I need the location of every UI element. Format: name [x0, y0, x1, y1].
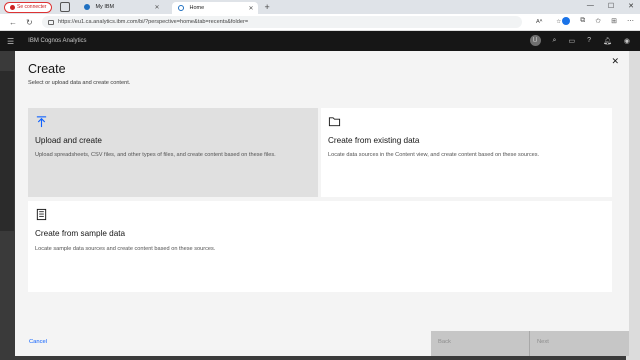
browser-toolbar-icons: ⧉ ✩ ⊞ ⋯ — [562, 17, 634, 25]
url-field[interactable]: https://eu1.ca.analytics.ibm.com/bi/?per… — [42, 16, 522, 28]
minimize-icon[interactable]: — — [587, 2, 594, 10]
upload-icon — [36, 116, 47, 128]
url-text: https://eu1.ca.analytics.ibm.com/bi/?per… — [58, 19, 249, 25]
card-title: Upload and create — [35, 136, 102, 145]
extension-icon[interactable] — [562, 17, 571, 25]
collections-icon[interactable]: ⊞ — [611, 17, 617, 25]
folder-icon — [328, 117, 341, 127]
dialog-footer: Cancel Back Next — [15, 331, 629, 356]
split-screen-icon[interactable]: ⧉ — [580, 17, 585, 25]
back-button[interactable]: Back — [431, 331, 529, 356]
card-create-from-sample-data[interactable]: Create from sample data Locate sample da… — [28, 201, 612, 292]
profile-button[interactable]: Se connecter — [4, 1, 53, 13]
help-icon[interactable]: ? — [587, 37, 591, 44]
close-dialog-icon[interactable]: ✕ — [611, 56, 619, 67]
card-create-from-existing-data[interactable]: Create from existing data Locate data so… — [321, 108, 612, 197]
tab-actions-icon[interactable] — [60, 2, 71, 12]
card-upload-and-create[interactable]: Upload and create Upload spreadsheets, C… — [28, 108, 318, 197]
app-header: ☰ IBM Cognos Analytics U ⌕ ▭ ? 🔔︎ ◉ — [0, 31, 640, 51]
address-bar-row: ← ↻ https://eu1.ca.analytics.ibm.com/bi/… — [0, 14, 640, 31]
header-actions: U ⌕ ▭ ? 🔔︎ ◉ — [529, 35, 630, 46]
more-menu-icon[interactable]: ⋯ — [627, 17, 634, 25]
user-profile-icon[interactable]: ◉ — [624, 37, 630, 45]
favorite-star-icon[interactable]: ☆ — [550, 16, 561, 28]
underlay-sidebar — [0, 71, 14, 231]
dialog-title: Create — [28, 62, 66, 76]
notifications-icon[interactable]: 🔔︎ — [603, 37, 612, 45]
tab-label: Home — [189, 5, 205, 11]
close-tab-icon[interactable]: ✕ — [248, 5, 253, 12]
hamburger-menu-icon[interactable]: ☰ — [7, 37, 14, 46]
close-window-icon[interactable]: ✕ — [628, 2, 634, 10]
reload-icon[interactable]: ↻ — [26, 18, 34, 27]
cancel-button[interactable]: Cancel — [29, 339, 47, 345]
reader-mode-button[interactable]: Aᴬ — [530, 16, 542, 28]
back-arrow-icon[interactable]: ← — [9, 18, 17, 27]
create-dialog: Create Select or upload data and create … — [15, 51, 629, 356]
favorites-icon[interactable]: ✩ — [595, 17, 601, 25]
new-tab-button[interactable]: + — [264, 2, 269, 12]
dialog-subtitle: Select or upload data and create content… — [28, 80, 131, 86]
tab-home[interactable]: Home ✕ — [172, 2, 259, 14]
search-icon[interactable]: ⌕ — [553, 37, 557, 45]
card-title: Create from sample data — [35, 229, 126, 238]
close-tab-icon[interactable]: ✕ — [154, 4, 159, 11]
card-title: Create from existing data — [328, 136, 420, 145]
chat-icon[interactable]: ▭ — [568, 37, 575, 45]
next-button[interactable]: Next — [529, 331, 629, 356]
tab-my-ibm[interactable]: My IBM ✕ — [78, 1, 164, 13]
ibm-favicon-icon — [84, 4, 91, 10]
maximize-icon[interactable]: ☐ — [608, 2, 614, 10]
profile-icon — [10, 4, 15, 10]
card-description: Locate sample data sources and create co… — [35, 246, 216, 252]
lock-icon — [48, 19, 54, 25]
app-brand: IBM Cognos Analytics — [28, 38, 87, 44]
tab-label: My IBM — [95, 4, 115, 10]
card-description: Locate data sources in the Content view,… — [328, 152, 540, 158]
browser-tab-bar: Se connecter My IBM ✕ Home ✕ + — ☐ ✕ — [0, 0, 640, 14]
list-document-icon — [36, 208, 47, 221]
window-controls: — ☐ ✕ — [587, 2, 634, 10]
avatar[interactable]: U — [529, 35, 541, 46]
profile-label: Se connecter — [17, 4, 47, 10]
cognos-favicon-icon — [178, 5, 185, 11]
card-description: Upload spreadsheets, CSV files, and othe… — [35, 152, 276, 158]
